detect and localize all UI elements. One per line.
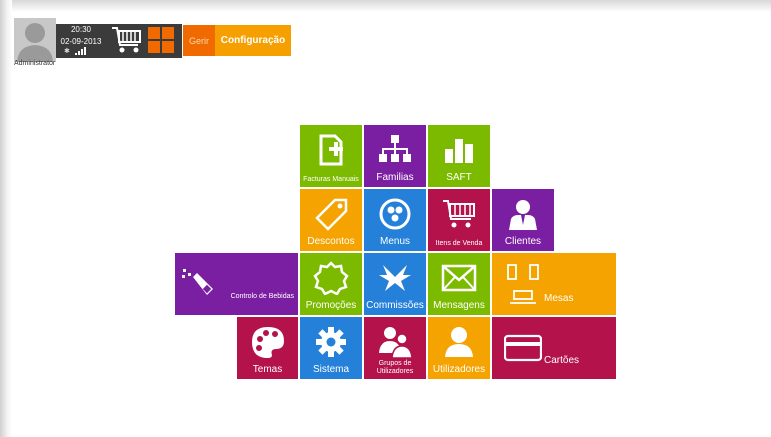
tile-label: Utilizadores [432, 364, 486, 375]
tile-label: Grupos de Utilizadores [376, 360, 414, 375]
tile-label: Promoções [305, 300, 357, 311]
tag-icon [315, 198, 348, 231]
cog-icon [316, 327, 346, 357]
tile-saft[interactable]: SAFT [428, 125, 490, 187]
tile-sistema[interactable]: Sistema [300, 317, 362, 379]
badge-icon [313, 261, 349, 295]
tile-temas[interactable]: Temas [237, 317, 298, 379]
card-icon [504, 334, 542, 362]
tile-label: Menus [379, 236, 410, 247]
cart-icon [443, 200, 475, 228]
table-chairs-icon [507, 264, 539, 304]
user-name: Administrator [14, 60, 56, 67]
tile-label: SAFT [446, 172, 472, 183]
tile-commissoes[interactable]: Commissões [364, 253, 426, 315]
tile-label: Familias [376, 172, 414, 183]
user-icon [445, 327, 473, 357]
tile-label: Mensagens [433, 300, 485, 311]
tile-mensagens[interactable]: Mensagens [428, 253, 490, 315]
user-avatar-icon[interactable] [14, 18, 56, 62]
tile-utilizadores[interactable]: Utilizadores [428, 317, 490, 379]
tile-facturas-manuais[interactable]: Facturas Manuais [300, 125, 362, 187]
hierarchy-icon [379, 135, 411, 162]
menu-circle-icon [379, 198, 411, 230]
envelope-icon [441, 264, 477, 292]
tile-mesas[interactable]: Mesas [492, 253, 616, 315]
tab-configuracao[interactable]: Configuração [215, 25, 291, 56]
palette-icon [251, 327, 284, 358]
tile-label: Cartões [544, 355, 580, 366]
tile-descontos[interactable]: Descontos [300, 189, 362, 251]
clock-time: 20:30 [70, 25, 92, 34]
users-group-icon [379, 327, 413, 359]
tile-label: Itens de Venda [435, 240, 483, 247]
window-top-shadow [0, 0, 771, 12]
client-icon [509, 200, 537, 230]
tile-label: Mesas [544, 293, 574, 304]
shopping-cart-icon[interactable] [110, 25, 144, 55]
tab-gerir[interactable]: Gerir [183, 25, 215, 56]
bar-chart-icon [445, 139, 473, 163]
document-plus-icon [319, 134, 343, 166]
tile-label: Facturas Manuais [303, 176, 359, 183]
signal-icon [75, 47, 86, 55]
bird-icon [379, 265, 411, 291]
tile-label: Clientes [504, 236, 542, 247]
tile-clientes[interactable]: Clientes [492, 189, 554, 251]
bottle-icon [182, 269, 213, 295]
tile-familias[interactable]: Familias [364, 125, 426, 187]
tile-grupos-de-utilizadores[interactable]: Grupos de Utilizadores [364, 317, 426, 379]
tile-label: Commissões [366, 300, 424, 311]
tile-label: Sistema [312, 364, 350, 375]
tile-label: Descontos [307, 236, 355, 247]
tile-controlo-de-bebidas[interactable]: Controlo de Bebidas [175, 253, 298, 315]
tile-itens-de-venda[interactable]: Itens de Venda [428, 189, 490, 251]
window-left-shadow [0, 0, 12, 437]
tile-cartoes[interactable]: Cartões [492, 317, 616, 379]
tile-label: Temas [252, 364, 283, 375]
tile-menus[interactable]: Menus [364, 189, 426, 251]
gear-icon: ✱ [64, 48, 70, 55]
grid-icon[interactable] [148, 27, 174, 53]
clock-date: 02-09-2013 [60, 37, 102, 46]
tile-promocoes[interactable]: Promoções [300, 253, 362, 315]
tile-label: Controlo de Bebidas [230, 293, 294, 300]
